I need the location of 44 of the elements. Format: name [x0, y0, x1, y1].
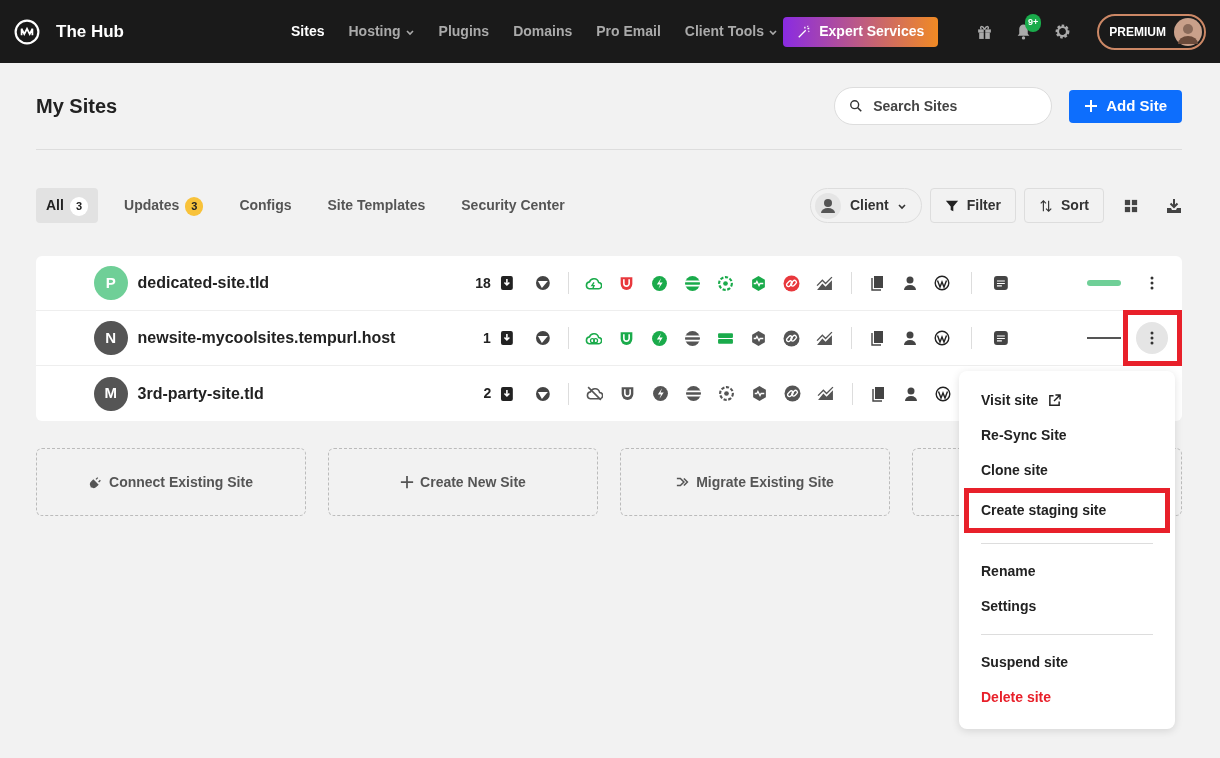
filter-tab[interactable]: All 3 [36, 188, 98, 223]
nav-link[interactable]: Domains [513, 21, 573, 42]
menu-item[interactable]: Visit site [981, 383, 1153, 418]
search-box[interactable]: Search Sites [834, 87, 1053, 125]
filter-tab[interactable]: Configs [229, 188, 302, 223]
site-name[interactable]: newsite-mycoolsites.tempurl.host [137, 326, 464, 350]
add-site-card[interactable]: Migrate Existing Site [620, 448, 890, 516]
filter-tab[interactable]: Updates 3 [114, 188, 214, 223]
menu-item[interactable]: Suspend site [981, 645, 1153, 680]
notification-count: 9+ [1025, 14, 1042, 32]
site-name[interactable]: 3rd-party-site.tld [137, 381, 464, 406]
nav-link[interactable]: Plugins [438, 21, 490, 42]
menu-item[interactable]: Rename [981, 554, 1153, 589]
menu-item[interactable]: Re-Sync Site [981, 418, 1153, 453]
search-field[interactable]: Search Sites [871, 94, 1022, 118]
nav-link[interactable]: Hosting [348, 21, 415, 42]
nav-link[interactable]: Sites [291, 21, 325, 42]
site-avatar: P [94, 266, 128, 300]
site-avatar: M [94, 376, 128, 411]
menu-item[interactable]: Create staging site [981, 493, 1153, 528]
filter-button[interactable]: Filter [929, 188, 1016, 223]
filter-tab[interactable]: Security Center [451, 188, 575, 223]
menu-item[interactable]: Settings [981, 589, 1153, 624]
nav-link[interactable]: Pro Email [596, 21, 661, 42]
update-count: 2 [482, 384, 492, 403]
nav-link[interactable]: Client Tools [684, 21, 778, 42]
filter-tab[interactable]: Site Templates [317, 188, 436, 223]
menu-item[interactable]: Delete site [981, 680, 1153, 715]
client-dropdown[interactable]: Client [809, 188, 922, 223]
count-badge: 3 [69, 197, 88, 216]
add-site-card[interactable]: Create New Site [328, 448, 598, 516]
add-site-button[interactable]: Add Site [1069, 89, 1182, 123]
page-title: My Sites [36, 94, 118, 119]
expert-services-button[interactable]: Expert Services [783, 16, 939, 47]
count-badge: 3 [185, 197, 204, 216]
add-site-card[interactable]: Connect Existing Site [36, 448, 306, 516]
app-name: The Hub [56, 20, 124, 43]
premium-button[interactable]: PREMIUM [1097, 13, 1206, 50]
site-avatar: N [94, 321, 128, 355]
update-count: 1 [482, 328, 491, 348]
sort-button[interactable]: Sort [1024, 188, 1104, 223]
menu-item[interactable]: Clone site [981, 453, 1153, 488]
site-name[interactable]: dedicated-site.tld [137, 271, 464, 295]
update-count: 18 [474, 273, 491, 293]
